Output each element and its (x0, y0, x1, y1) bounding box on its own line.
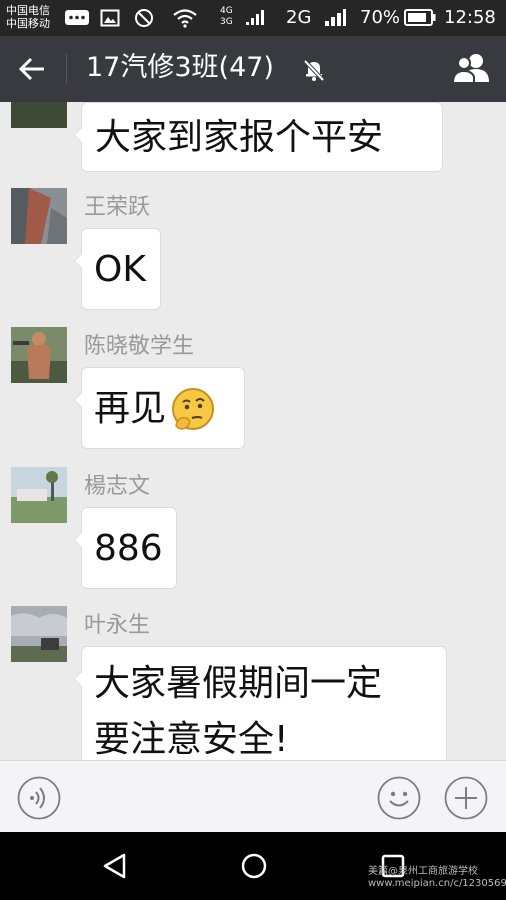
emoji-face-icon[interactable] (377, 776, 421, 820)
chat-notification-icon (65, 10, 89, 25)
sender-name: 楊志文 (84, 474, 151, 499)
net-4g-top: 4G (220, 6, 233, 16)
message-bubble[interactable]: 大家暑假期间一定 要注意安全! (74, 646, 447, 760)
message-text-line: 大家暑假期间一定 (94, 663, 383, 704)
group-members-icon[interactable] (450, 50, 494, 86)
back-arrow-icon[interactable] (14, 51, 50, 87)
message-text: 再见 (94, 388, 167, 429)
network-type-labels: 4G 3G (220, 6, 233, 28)
clock: 12:58 (444, 7, 496, 28)
sender-name: 陈晓敬学生 (84, 334, 195, 359)
wifi-icon (173, 9, 197, 28)
nav-home-icon[interactable] (240, 852, 268, 880)
message-bubble[interactable]: OK (74, 228, 161, 310)
avatar[interactable] (11, 606, 67, 662)
voice-icon[interactable] (17, 776, 61, 820)
carrier-bottom: 中国移动 (6, 17, 50, 30)
message-text: OK (94, 249, 146, 290)
sender-name: 王荣跃 (84, 195, 151, 220)
chat-header: 17汽修3班(47) (0, 36, 506, 102)
message-bubble[interactable]: 886 (74, 507, 177, 589)
thinking-face-icon (172, 388, 215, 430)
watermark-line2: www.meipian.cn/c/1230569 (368, 878, 506, 889)
message-bubble[interactable]: 大家到家报个平安 (74, 102, 443, 172)
chat-title: 17汽修3班(47) (86, 52, 274, 83)
avatar[interactable] (11, 188, 67, 244)
avatar-image (11, 188, 67, 244)
image-notification-icon (100, 9, 120, 27)
watermark: 美篇@泉州工商旅游学校 www.meipian.cn/c/1230569 (368, 866, 506, 890)
battery-percent: 70% (360, 7, 401, 28)
carrier-labels: 中国电信 中国移动 (6, 4, 50, 30)
avatar[interactable] (11, 102, 67, 128)
message-bubble[interactable]: 再见 (74, 367, 245, 449)
header-divider (66, 54, 67, 84)
carrier-top: 中国电信 (6, 4, 50, 17)
avatar-image (11, 606, 67, 662)
avatar-image (11, 327, 67, 383)
watermark-line1: 美篇@泉州工商旅游学校 (368, 866, 478, 877)
blocked-notification-icon (135, 9, 153, 27)
status-bar: 中国电信 中国移动 4G 3G 2G 70% 12:58 (0, 0, 506, 36)
mute-icon (303, 59, 325, 82)
avatar-image (11, 467, 67, 523)
message-text-line: 要注意安全! (94, 719, 289, 760)
input-bar (0, 760, 506, 833)
message-text: 大家到家报个平安 (95, 117, 384, 158)
avatar[interactable] (11, 467, 67, 523)
chat-messages[interactable]: 大家到家报个平安 王荣跃 OK 陈晓敬学生 再见 楊志文 886 叶永生 大家暑… (0, 102, 506, 760)
sender-name: 叶永生 (84, 613, 151, 638)
signal-strength-icon (325, 9, 346, 26)
avatar[interactable] (11, 327, 67, 383)
net-4g-bottom: 3G (220, 17, 233, 27)
signal-dots-icon (246, 10, 264, 25)
plus-icon[interactable] (444, 776, 488, 820)
message-text: 886 (94, 528, 163, 569)
network-2g-label: 2G (286, 7, 312, 28)
battery-icon (404, 9, 436, 26)
nav-back-icon[interactable] (102, 852, 128, 880)
system-navigation-bar: 美篇@泉州工商旅游学校 www.meipian.cn/c/1230569 (0, 832, 506, 900)
avatar-image (11, 102, 67, 128)
